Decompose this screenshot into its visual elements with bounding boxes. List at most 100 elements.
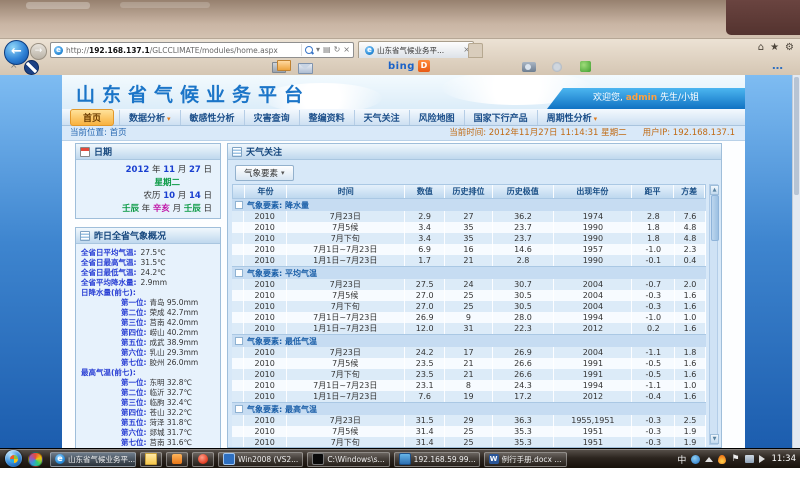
table-cell: 21 [445,369,492,380]
table-row[interactable]: 20107月下旬23.52126.61991-0.51.6 [232,369,706,380]
favorites-star-icon[interactable]: ★ [770,42,779,53]
table-row[interactable]: 20101月1日~7月23日12.03122.320120.21.6 [232,323,706,334]
tab-title[interactable]: 山东省气候业务平... [377,45,463,56]
checkbox-icon[interactable] [235,201,243,209]
table-row[interactable]: 20107月5候31.42535.31951-0.31.9 [232,426,706,437]
row-checkbox-cell [232,347,244,358]
table-row[interactable]: 20107月23日2.92736.219742.87.6 [232,211,706,222]
column-header: 距平 [632,185,674,198]
search-icon[interactable] [305,46,313,54]
screen: ← → e http://192.168.137.1/GLCCLIMATE/mo… [0,0,800,468]
tray-flame-icon[interactable] [718,455,726,464]
table-row[interactable]: 20107月5候3.43523.719901.84.8 [232,222,706,233]
panel-scrollbar[interactable]: ▲ ▼ [709,184,718,445]
media-center-icon[interactable] [28,452,43,467]
taskbar-window-ie[interactable]: e山东省气候业务平... [50,452,136,467]
tray-globe-icon[interactable] [691,455,700,464]
browser-scrollbar-thumb[interactable] [794,77,799,195]
taskbar-window-word[interactable]: W例行手册.docx ... [484,452,567,467]
nav-item-data-analysis[interactable]: 数据分析▾ [119,110,180,125]
section-title: 气象要素: 最低气温 [247,336,317,347]
table-row[interactable]: 20101月1日~7月23日7.61917.22012-0.41.6 [232,391,706,402]
table-row[interactable]: 20107月5候23.52126.61991-0.51.6 [232,358,706,369]
home-icon[interactable]: ⌂ [758,42,764,53]
nav-item-weather-focus[interactable]: 天气关注 [354,110,409,125]
ime-indicator[interactable]: 中 [677,453,686,466]
nav-item-compiled-data[interactable]: 整编资料 [299,110,354,125]
taskbar-orange-icon[interactable] [166,452,188,467]
table-row[interactable]: 20107月下旬3.43523.719901.84.8 [232,233,706,244]
mail-icon[interactable] [298,63,313,74]
scroll-up-icon[interactable]: ▲ [710,185,719,195]
element-dropdown-button[interactable]: 气象要素 ▾ [235,165,294,181]
nav-item-risk-map[interactable]: 风险地图 [409,110,464,125]
camera-icon[interactable] [522,62,536,72]
taskbar-window-cmd[interactable]: C:\Windows\s... [307,452,389,467]
tray-flag-icon[interactable]: ⚑ [731,454,739,464]
taskbar-red-icon[interactable] [192,452,214,467]
table-row[interactable]: 20107月1日~7月23日26.9928.01994-1.01.0 [232,312,706,323]
checkbox-icon[interactable] [235,337,243,345]
new-tab-button[interactable] [468,43,483,58]
table-row[interactable]: 20107月23日31.52936.31955,1951-0.32.5 [232,415,706,426]
table-cell: 31.5 [405,415,445,426]
paw-icon[interactable] [552,62,562,72]
tray-speaker-icon[interactable] [759,455,765,463]
cards-icon[interactable] [272,62,286,73]
page-icon[interactable]: ▤ [323,44,331,56]
table-row[interactable]: 20107月1日~7月23日23.1824.31994-1.11.0 [232,380,706,391]
browser-scrollbar[interactable] [792,75,800,448]
start-button[interactable] [5,450,22,467]
table-cell: 26.6 [493,358,555,369]
background-window-fragment [120,2,210,8]
taskbar-window-vm[interactable]: Win2008 (VS2... [218,452,303,467]
search-provider-icon[interactable]: D [418,60,430,72]
taskbar-folder-icon[interactable] [140,452,162,467]
stat-label: 全省日最低气温: [81,268,137,277]
table-row[interactable]: 20107月下旬27.02530.52004-0.31.6 [232,301,706,312]
url-text[interactable]: http://192.168.137.1/GLCCLIMATE/modules/… [66,46,301,55]
tray-caret-up-icon[interactable] [705,457,713,462]
scrollbar-thumb[interactable] [711,195,719,241]
tray-network-icon[interactable] [745,455,754,463]
nav-item-national-products[interactable]: 国家下行产品 [464,110,537,125]
refresh-icon[interactable]: ↻ [334,44,341,56]
bing-logo[interactable]: bing [388,61,415,72]
nav-item-disaster-query[interactable]: 灾害查询 [244,110,299,125]
section-header-row[interactable]: 气象要素: 最高气温 [232,402,706,415]
address-bar[interactable]: e http://192.168.137.1/GLCCLIMATE/module… [50,42,354,58]
back-button[interactable]: ← [4,40,29,65]
rank-item: 第三位:临朐 32.4℃ [81,398,215,408]
table-row[interactable]: 20107月23日24.21726.92004-1.11.8 [232,347,706,358]
row-checkbox-cell [232,233,244,244]
addon-logo-icon[interactable] [24,60,39,75]
nav-item-sensitivity-analysis[interactable]: 敏感性分析 [180,110,244,125]
checkbox-icon[interactable] [235,269,243,277]
table-row[interactable]: 20107月23日27.52430.72004-0.72.0 [232,279,706,290]
section-header-row[interactable]: 气象要素: 最低气温 [232,334,706,347]
table-row[interactable]: 20107月1日~7月23日6.91614.61957-1.02.3 [232,244,706,255]
table-cell: 2010 [244,391,287,402]
section-header-row[interactable]: 气象要素: 降水量 [232,198,706,211]
table-row[interactable]: 20107月5候27.02530.52004-0.31.6 [232,290,706,301]
stop-icon[interactable]: × [343,44,350,56]
table-row[interactable]: 20101月1日~7月23日1.7212.81990-0.10.4 [232,255,706,266]
checkbox-icon[interactable] [235,405,243,413]
weather-focus-title: 天气关注 [246,145,282,158]
table-row[interactable]: 20107月下旬31.42535.31951-0.31.9 [232,437,706,447]
scroll-down-icon[interactable]: ▼ [710,434,719,444]
dropdown-icon[interactable]: ▾ [316,44,320,56]
clock[interactable]: 11:34 [772,454,797,464]
tools-gear-icon[interactable]: ⚙ [785,42,794,53]
more-options-icon[interactable]: … [772,59,784,72]
row-checkbox-cell [232,358,244,369]
section-header-row[interactable]: 气象要素: 平均气温 [232,266,706,279]
calendar-text: 日 [201,191,212,201]
taskbar-window-remote[interactable]: 192.168.59.99... [394,452,480,467]
nav-item-periodic-analysis[interactable]: 周期性分析▾ [537,110,607,125]
table-cell: 25 [445,301,492,312]
browser-tab[interactable]: e 山东省气候业务平... × [358,41,474,58]
nav-item-home[interactable]: 首页 [70,109,114,126]
addon-puzzle-icon[interactable] [580,61,591,72]
table-cell: 1.6 [675,290,706,301]
